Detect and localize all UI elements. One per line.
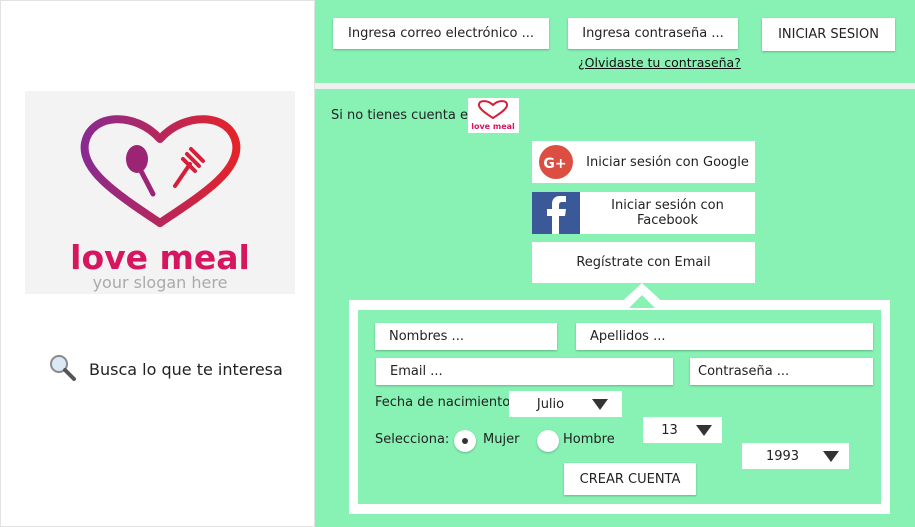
magnifier-icon bbox=[47, 352, 77, 386]
radio-selected-dot bbox=[462, 438, 468, 444]
love-meal-small-logo-icon: love meal bbox=[471, 100, 515, 131]
small-logo-text: love meal bbox=[471, 122, 515, 131]
password-field[interactable]: Ingresa contraseña ... bbox=[568, 18, 738, 49]
facebook-login-label: Iniciar sesión con Facebook bbox=[611, 198, 724, 228]
birth-day-value: 13 bbox=[661, 422, 678, 438]
birth-date-label: Fecha de nacimiento: bbox=[375, 395, 515, 410]
love-meal-logo-icon: love meal your slogan here bbox=[70, 115, 250, 292]
google-login-label: Iniciar sesión con Google bbox=[586, 154, 749, 170]
birth-year-select[interactable]: 1993 bbox=[742, 443, 849, 469]
birth-day-select[interactable]: 13 bbox=[643, 417, 722, 443]
search-prompt[interactable]: Busca lo que te interesa bbox=[47, 352, 297, 386]
last-name-field[interactable]: Apellidos ... bbox=[576, 323, 873, 350]
create-account-button[interactable]: CREAR CUENTA bbox=[564, 463, 696, 495]
gender-female-radio[interactable] bbox=[454, 430, 476, 452]
chevron-down-icon bbox=[696, 425, 712, 436]
logo-text: love meal bbox=[70, 238, 250, 277]
chevron-down-icon bbox=[823, 451, 839, 462]
login-button[interactable]: INICIAR SESION bbox=[762, 18, 895, 51]
email-signup-label: Regístrate con Email bbox=[576, 255, 711, 270]
chevron-down-icon bbox=[592, 399, 608, 410]
google-plus-icon: G+ bbox=[532, 141, 580, 183]
gender-male-label: Hombre bbox=[563, 432, 615, 447]
signup-intro: Si no tienes cuenta en bbox=[331, 108, 477, 123]
small-logo: love meal bbox=[468, 98, 519, 133]
signup-email-field[interactable]: Email ... bbox=[376, 358, 673, 385]
gender-label: Selecciona: bbox=[375, 432, 450, 447]
birth-month-select[interactable]: Julio bbox=[509, 391, 622, 417]
signup-password-field[interactable]: Contraseña ... bbox=[690, 358, 873, 385]
birth-month-value: Julio bbox=[536, 396, 565, 412]
google-login-button[interactable]: G+ Iniciar sesión con Google bbox=[532, 141, 755, 183]
birth-year-value: 1993 bbox=[765, 448, 800, 464]
email-signup-button[interactable]: Regístrate con Email bbox=[532, 242, 755, 283]
forgot-password-link[interactable]: ¿Olvidaste tu contraseña? bbox=[578, 55, 741, 70]
brand-logo: love meal your slogan here bbox=[25, 91, 295, 294]
gender-male-radio[interactable] bbox=[537, 430, 559, 452]
facebook-icon bbox=[532, 192, 580, 234]
first-name-field[interactable]: Nombres ... bbox=[375, 323, 557, 350]
callout-pointer bbox=[615, 283, 669, 308]
logo-slogan: your slogan here bbox=[93, 273, 228, 292]
facebook-login-button[interactable]: Iniciar sesión con Facebook bbox=[532, 192, 755, 234]
search-label: Busca lo que te interesa bbox=[89, 359, 283, 379]
svg-text:G+: G+ bbox=[543, 156, 566, 172]
gender-female-label: Mujer bbox=[483, 432, 520, 447]
email-field[interactable]: Ingresa correo electrónico ... bbox=[333, 18, 549, 49]
